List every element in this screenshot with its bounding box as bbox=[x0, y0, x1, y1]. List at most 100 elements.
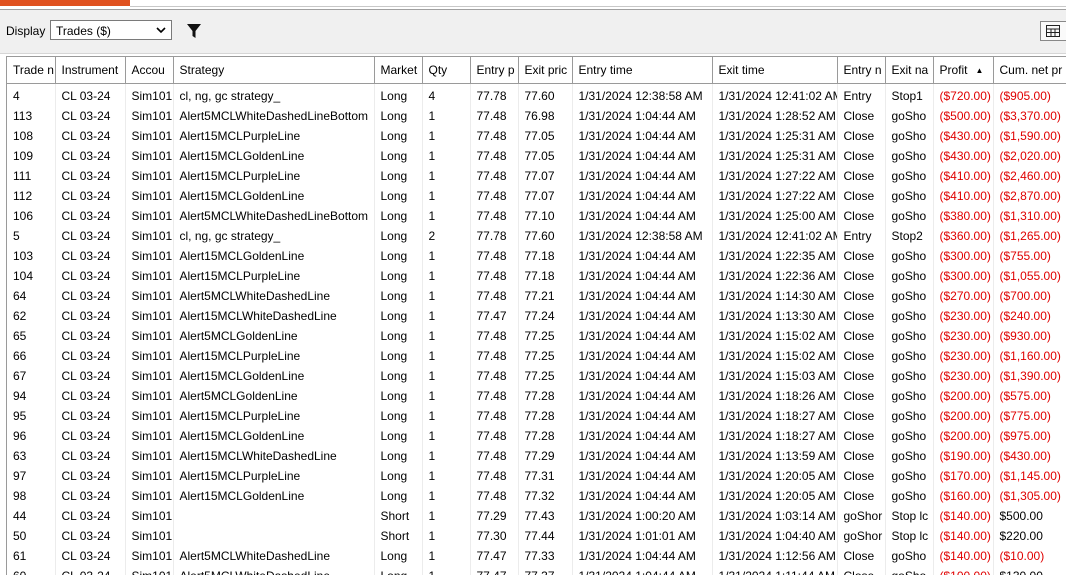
table-cell: Alert5MCLGoldenLine bbox=[173, 326, 375, 346]
table-cell: ($575.00) bbox=[993, 386, 1066, 406]
table-cell: Sim101 bbox=[125, 386, 174, 406]
column-header[interactable]: Qty bbox=[422, 56, 471, 84]
table-row[interactable]: 4 CL 03-24 Sim101 cl, ng, gc strategy_ Long 4… bbox=[7, 83, 1066, 106]
table-cell: 77.47 bbox=[470, 546, 519, 566]
column-header[interactable]: Entry time bbox=[572, 56, 713, 84]
table-row[interactable]: 65 CL 03-24 Sim101 Alert5MCLGoldenLine Long 1… bbox=[7, 326, 1066, 346]
table-cell: CL 03-24 bbox=[55, 386, 126, 406]
table-cell: 1/31/2024 1:27:22 AM bbox=[712, 186, 838, 206]
table-cell: 77.48 bbox=[470, 446, 519, 466]
display-select[interactable]: Trades ($) bbox=[50, 20, 172, 40]
column-header[interactable]: Entry n bbox=[837, 56, 886, 84]
table-cell: 77.33 bbox=[518, 546, 573, 566]
column-header-label: Exit na bbox=[891, 63, 929, 77]
table-cell: 98 bbox=[7, 486, 56, 506]
table-cell: 1 bbox=[422, 186, 471, 206]
column-header-label: Entry time bbox=[578, 63, 633, 77]
column-header[interactable]: Trade n bbox=[7, 56, 56, 84]
table-cell: Long bbox=[374, 246, 423, 266]
column-header[interactable]: Profit ▲ bbox=[933, 56, 994, 84]
table-cell: CL 03-24 bbox=[55, 83, 126, 106]
table-cell: Alert15MCLPurpleLine bbox=[173, 166, 375, 186]
table-cell: 77.10 bbox=[518, 206, 573, 226]
sort-ascending-icon: ▲ bbox=[975, 66, 984, 76]
table-cell: goSho bbox=[885, 466, 934, 486]
column-header-label: Accou bbox=[131, 63, 165, 77]
column-header[interactable]: Exit na bbox=[885, 56, 934, 84]
table-row[interactable]: 61 CL 03-24 Sim101 Alert5MCLWhiteDashedLine… bbox=[7, 546, 1066, 566]
table-row[interactable]: 44 CL 03-24 Sim101 Short 1 77.29 77.43 1/31/202… bbox=[7, 506, 1066, 526]
table-cell: 77.25 bbox=[518, 366, 573, 386]
table-cell: 1/31/2024 1:22:35 AM bbox=[712, 246, 838, 266]
table-row[interactable]: 66 CL 03-24 Sim101 Alert15MCLPurpleLine Long… bbox=[7, 346, 1066, 366]
filter-icon[interactable] bbox=[186, 22, 202, 40]
table-cell: 103 bbox=[7, 246, 56, 266]
table-cell: 1 bbox=[422, 566, 471, 575]
table-row[interactable]: 64 CL 03-24 Sim101 Alert5MCLWhiteDashedLine… bbox=[7, 286, 1066, 306]
table-cell: 1/31/2024 1:03:14 AM bbox=[712, 506, 838, 526]
table-cell: Long bbox=[374, 226, 423, 246]
table-row[interactable]: 95 CL 03-24 Sim101 Alert15MCLPurpleLine Long… bbox=[7, 406, 1066, 426]
table-row[interactable]: 111 CL 03-24 Sim101 Alert15MCLPurpleLine Lon… bbox=[7, 166, 1066, 186]
table-cell: Close bbox=[837, 166, 886, 186]
table-cell: Close bbox=[837, 146, 886, 166]
active-tab-indicator[interactable] bbox=[0, 0, 130, 6]
column-header-label: Profit bbox=[939, 63, 968, 77]
table-cell: CL 03-24 bbox=[55, 446, 126, 466]
table-row[interactable]: 60CL 03-24Sim101Alert5MCLWhiteDashedLine… bbox=[7, 566, 1066, 575]
table-row[interactable]: 112 CL 03-24 Sim101 Alert15MCLGoldenLine Lon… bbox=[7, 186, 1066, 206]
table-cell: Close bbox=[837, 566, 886, 575]
column-header[interactable]: Instrument bbox=[55, 56, 126, 84]
table-row[interactable]: 113 CL 03-24 Sim101 Alert5MCLWhiteDashedLin… bbox=[7, 106, 1066, 126]
table-cell: 1/31/2024 1:20:05 AM bbox=[712, 486, 838, 506]
table-cell: Long bbox=[374, 186, 423, 206]
table-cell: ($270.00) bbox=[933, 286, 994, 306]
table-cell: ($430.00) bbox=[993, 446, 1066, 466]
table-cell: 77.28 bbox=[518, 426, 573, 446]
table-row[interactable]: 94 CL 03-24 Sim101 Alert5MCLGoldenLine Long 1… bbox=[7, 386, 1066, 406]
table-cell: Alert15MCLGoldenLine bbox=[173, 366, 375, 386]
grid-properties-button[interactable] bbox=[1040, 21, 1066, 41]
table-cell: goSho bbox=[885, 106, 934, 126]
column-header[interactable]: Exit time bbox=[712, 56, 838, 84]
table-cell: 1/31/2024 1:04:44 AM bbox=[572, 306, 713, 326]
column-header[interactable]: Accou bbox=[125, 56, 174, 84]
table-cell: CL 03-24 bbox=[55, 426, 126, 446]
table-cell: goSho bbox=[885, 206, 934, 226]
table-cell: 77.48 bbox=[470, 426, 519, 446]
table-cell: 1/31/2024 1:27:22 AM bbox=[712, 166, 838, 186]
table-row[interactable]: 104 CL 03-24 Sim101 Alert15MCLPurpleLine Lon… bbox=[7, 266, 1066, 286]
table-row[interactable]: 50 CL 03-24 Sim101 Short 1 77.30 77.44 1/31/202… bbox=[7, 526, 1066, 546]
table-row[interactable]: 63 CL 03-24 Sim101 Alert15MCLWhiteDashedLin… bbox=[7, 446, 1066, 466]
table-cell: 1/31/2024 1:04:44 AM bbox=[572, 286, 713, 306]
table-row[interactable]: 106 CL 03-24 Sim101 Alert5MCLWhiteDashedLin… bbox=[7, 206, 1066, 226]
table-row[interactable]: 67 CL 03-24 Sim101 Alert15MCLGoldenLine Long… bbox=[7, 366, 1066, 386]
table-cell: 77.18 bbox=[518, 266, 573, 286]
table-cell: 77.18 bbox=[518, 246, 573, 266]
table-cell: ($1,055.00) bbox=[993, 266, 1066, 286]
column-header[interactable]: Market bbox=[374, 56, 423, 84]
table-cell: 1 bbox=[422, 166, 471, 186]
table-cell: 1/31/2024 1:18:26 AM bbox=[712, 386, 838, 406]
column-header[interactable]: Strategy bbox=[173, 56, 375, 84]
column-header[interactable]: Exit pric bbox=[518, 56, 573, 84]
table-row[interactable]: 96 CL 03-24 Sim101 Alert15MCLGoldenLine Long… bbox=[7, 426, 1066, 446]
table-row[interactable]: 5 CL 03-24 Sim101 cl, ng, gc strategy_ Long 2… bbox=[7, 226, 1066, 246]
table-row[interactable]: 108 CL 03-24 Sim101 Alert15MCLPurpleLine Lon… bbox=[7, 126, 1066, 146]
table-row[interactable]: 98 CL 03-24 Sim101 Alert15MCLGoldenLine Long… bbox=[7, 486, 1066, 506]
table-cell: 113 bbox=[7, 106, 56, 126]
table-cell: Sim101 bbox=[125, 146, 174, 166]
trades-grid[interactable]: Trade n Instrument Accou Strategy Market Qty E… bbox=[6, 56, 1066, 575]
table-cell: Sim101 bbox=[125, 166, 174, 186]
table-cell: CL 03-24 bbox=[55, 186, 126, 206]
table-cell: goShor bbox=[837, 526, 886, 546]
column-header-label: Entry n bbox=[843, 63, 882, 77]
table-row[interactable]: 97 CL 03-24 Sim101 Alert15MCLPurpleLine Long… bbox=[7, 466, 1066, 486]
column-header[interactable]: Cum. net pr bbox=[993, 56, 1066, 84]
table-cell: Alert5MCLGoldenLine bbox=[173, 386, 375, 406]
table-row[interactable]: 103 CL 03-24 Sim101 Alert15MCLGoldenLine Lon… bbox=[7, 246, 1066, 266]
column-header[interactable]: Entry p bbox=[470, 56, 519, 84]
table-cell: Close bbox=[837, 426, 886, 446]
table-row[interactable]: 109 CL 03-24 Sim101 Alert15MCLGoldenLine Lon… bbox=[7, 146, 1066, 166]
table-row[interactable]: 62 CL 03-24 Sim101 Alert15MCLWhiteDashedLin… bbox=[7, 306, 1066, 326]
